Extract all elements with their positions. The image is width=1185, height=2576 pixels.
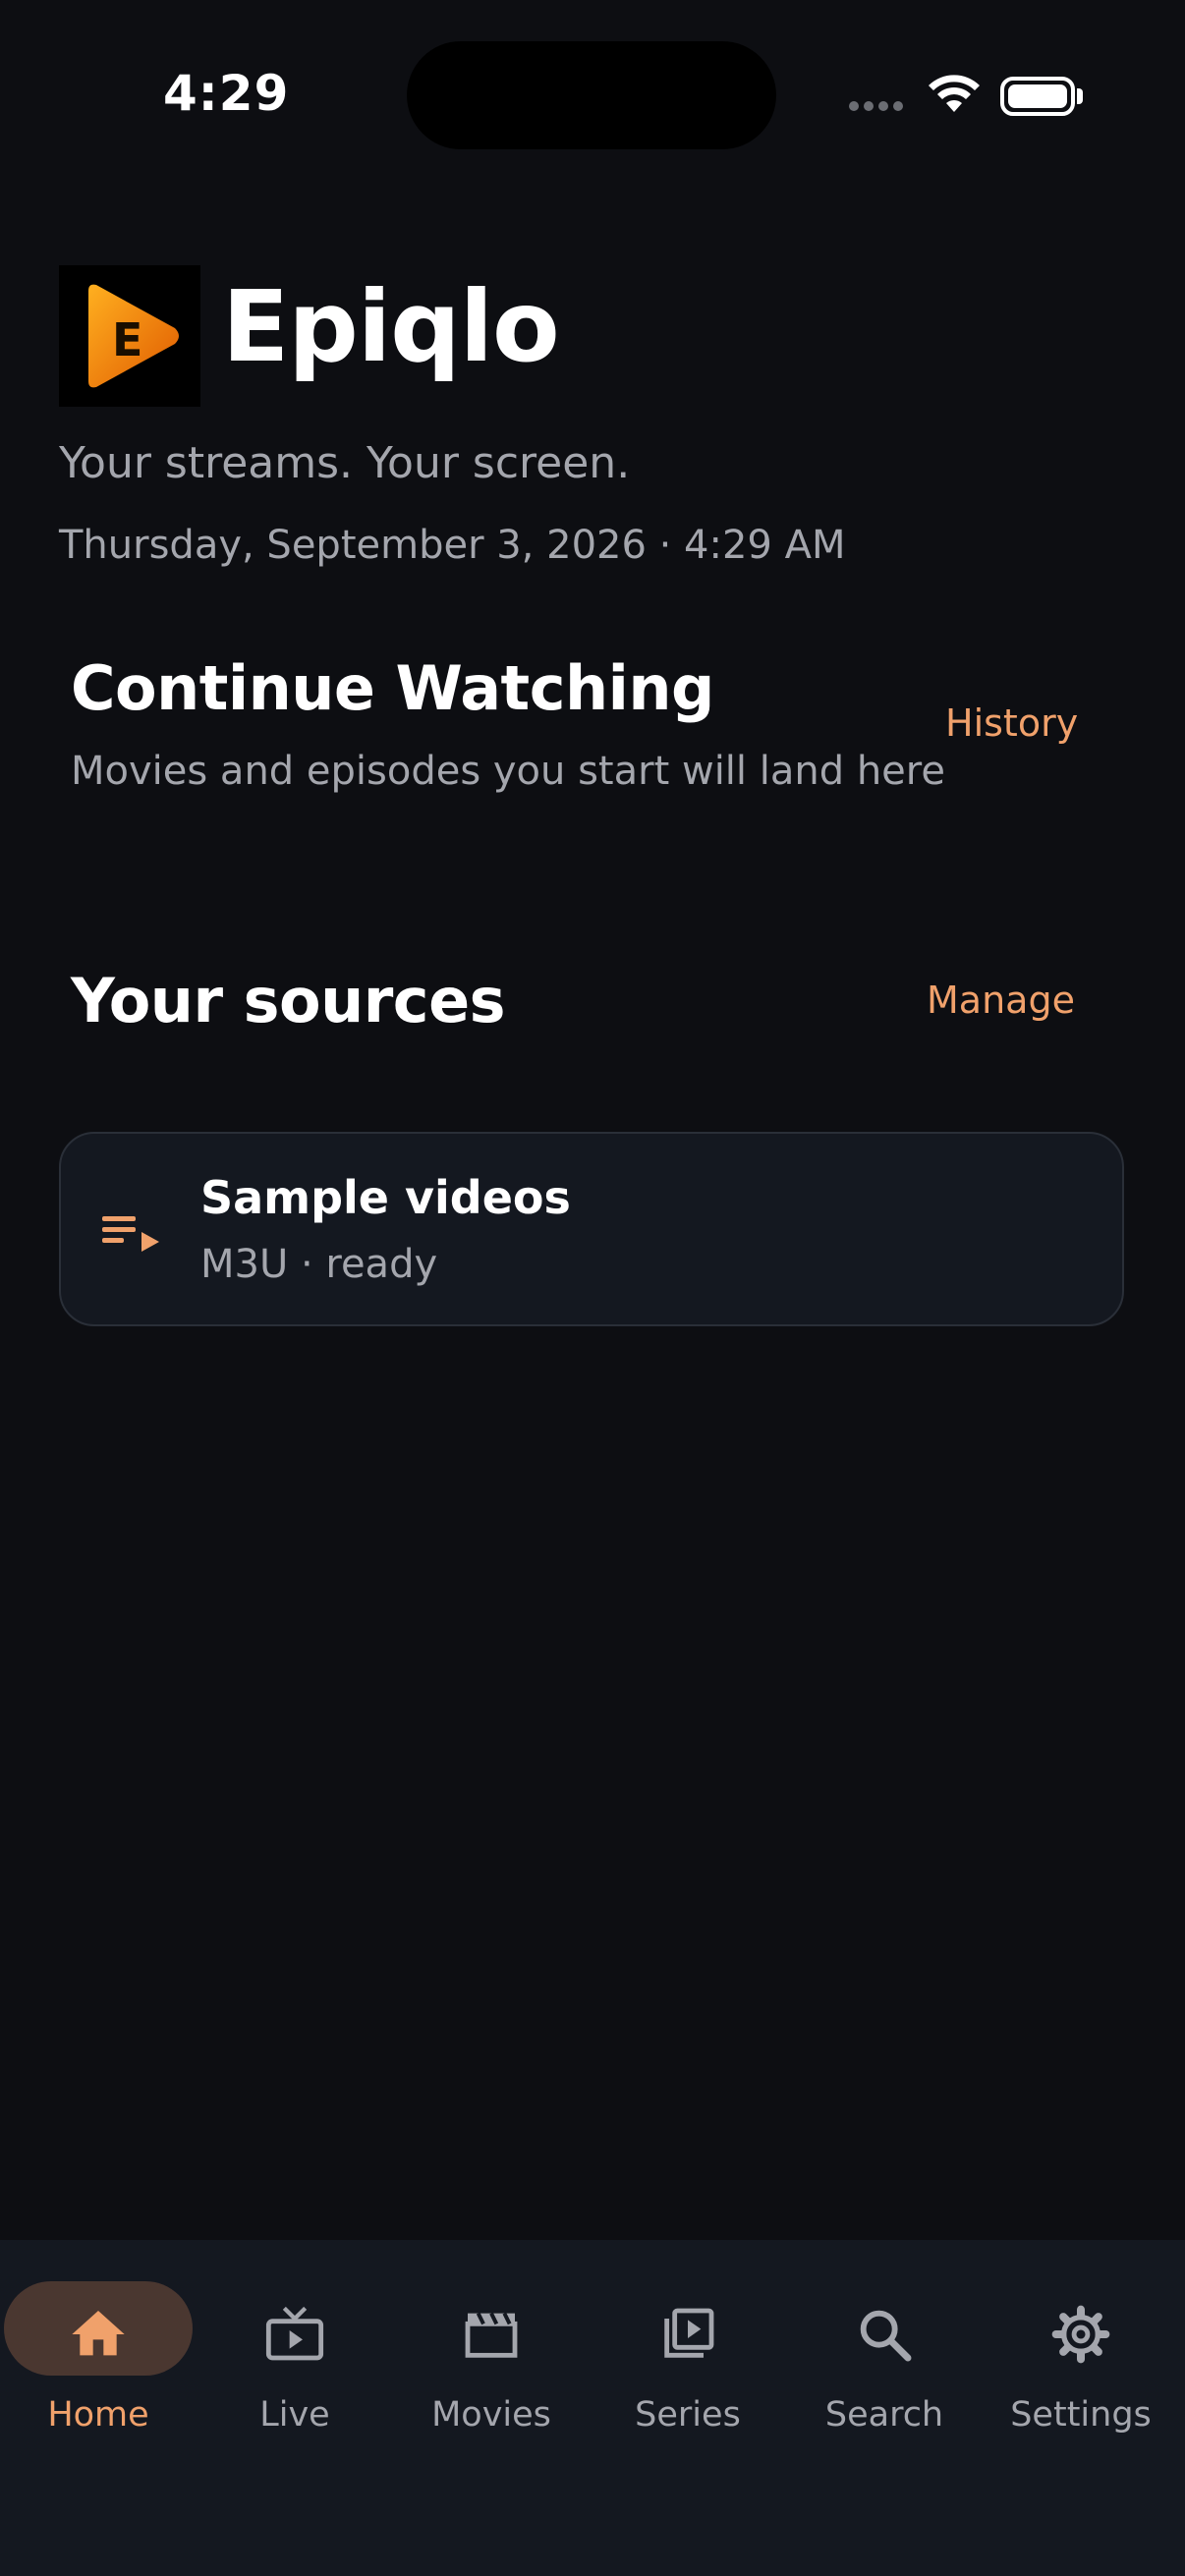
nav-live[interactable]: Live xyxy=(197,2277,393,2454)
continue-watching-subtitle: Movies and episodes you start will land … xyxy=(71,749,945,794)
nav-home-label: Home xyxy=(47,2395,149,2435)
nav-series[interactable]: Series xyxy=(590,2277,786,2454)
nav-series-label: Series xyxy=(635,2395,741,2435)
logo-letter: E xyxy=(112,313,142,366)
video-library-icon xyxy=(656,2303,719,2370)
nav-movies-label: Movies xyxy=(431,2395,551,2435)
live-tv-icon xyxy=(260,2303,329,2370)
manage-sources-link[interactable]: Manage xyxy=(927,979,1075,1022)
nav-movies[interactable]: Movies xyxy=(393,2277,590,2454)
dynamic-island xyxy=(407,41,776,149)
source-name: Sample videos xyxy=(200,1171,571,1224)
current-datetime: Thursday, September 3, 2026 · 4:29 AM xyxy=(59,523,846,568)
playlist-play-icon xyxy=(102,1210,159,1263)
nav-home[interactable]: Home xyxy=(0,2277,197,2454)
clapperboard-icon xyxy=(460,2303,523,2370)
gear-icon xyxy=(1049,2303,1112,2370)
nav-search[interactable]: Search xyxy=(786,2277,983,2454)
tagline: Your streams. Your screen. xyxy=(59,438,631,488)
nav-settings-label: Settings xyxy=(1010,2395,1152,2435)
cellular-signal-icon xyxy=(849,101,903,111)
nav-live-label: Live xyxy=(259,2395,330,2435)
battery-icon xyxy=(1000,77,1075,116)
search-icon xyxy=(853,2303,916,2370)
sources-title: Your sources xyxy=(71,965,506,1036)
home-icon xyxy=(67,2303,130,2370)
source-status: M3U · ready xyxy=(200,1242,438,1287)
nav-settings[interactable]: Settings xyxy=(983,2277,1179,2454)
app-logo: E xyxy=(59,265,200,407)
source-card[interactable] xyxy=(59,1132,1124,1326)
app-title: Epiqlo xyxy=(222,269,560,384)
nav-search-label: Search xyxy=(824,2395,944,2435)
battery-tip xyxy=(1077,88,1083,104)
history-link[interactable]: History xyxy=(945,701,1078,745)
continue-watching-title: Continue Watching xyxy=(71,652,714,724)
status-time: 4:29 xyxy=(163,65,290,122)
wifi-icon xyxy=(928,73,981,118)
